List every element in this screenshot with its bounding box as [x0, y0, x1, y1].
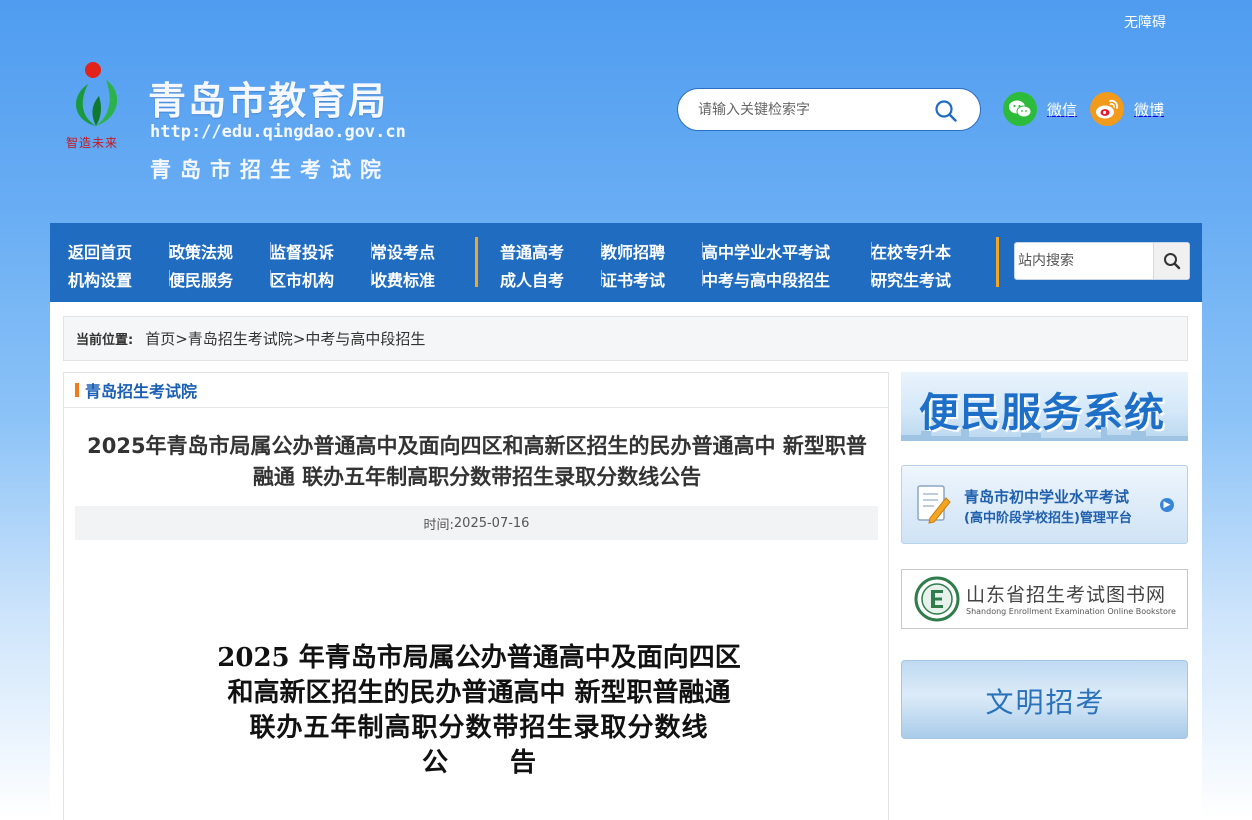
emblem-motto: 智造未来	[66, 136, 119, 150]
nav-zhongkao[interactable]: 中考与高中段招生	[702, 267, 872, 291]
document-edit-icon	[917, 485, 951, 524]
wechat-label: 微信	[1047, 100, 1078, 119]
breadcrumb-zhongkao[interactable]: 中考与高中段招生	[305, 328, 425, 349]
nav-self-exam[interactable]: 成人自考	[500, 267, 602, 291]
date-label: 时间:	[423, 517, 454, 533]
document-title-line: 和高新区招生的民办普通高中 新型职普融通	[227, 678, 731, 708]
nav-graduate[interactable]: 研究生考试	[871, 267, 981, 291]
accessibility-link[interactable]: 无障碍	[1124, 12, 1166, 32]
search-input[interactable]	[698, 99, 928, 121]
nav-complaint[interactable]: 监督投诉	[270, 239, 372, 263]
site-search-button[interactable]	[1153, 243, 1189, 279]
banner-line-2: (高中阶段学校招生)管理平台	[964, 511, 1132, 526]
document-title-line: 公告	[214, 746, 744, 781]
section-marker	[75, 383, 79, 397]
document-title-char: 告	[510, 748, 537, 778]
arrow-right-icon: ▶	[1160, 498, 1174, 512]
nav-group-1: 返回首页 政策法规 监督投诉 常设考点 机构设置 便民服务 区市机构 收费标准	[68, 237, 471, 293]
service-system-banner[interactable]: 便民服务系统	[901, 372, 1188, 441]
breadcrumb-label: 当前位置:	[76, 333, 134, 348]
section-title: 青岛招生考试院	[85, 382, 198, 401]
content-panel: 当前位置: 首页 > 青岛招生考试院 > 中考与高中段招生 青岛招生考试院 20…	[50, 302, 1202, 820]
site-subtitle: 青岛市招生考试院	[150, 158, 390, 182]
banner-line-1: 山东省招生考试图书网	[966, 584, 1167, 606]
breadcrumb: 当前位置: 首页 > 青岛招生考试院 > 中考与高中段招生	[63, 316, 1188, 361]
nav-group-2: 普通高考 教师招聘 高中学业水平考试 在校专升本 成人自考 证书考试 中考与高中…	[500, 237, 981, 293]
nav-certificate[interactable]: 证书考试	[601, 267, 703, 291]
nav-home[interactable]: 返回首页	[68, 239, 170, 263]
main-nav: 返回首页 政策法规 监督投诉 常设考点 机构设置 便民服务 区市机构 收费标准 …	[50, 223, 1202, 302]
site-title: 青岛市教育局	[148, 79, 389, 123]
skyline-icon	[901, 427, 1188, 441]
nav-divider	[475, 237, 478, 287]
nav-district[interactable]: 区市机构	[270, 267, 372, 291]
nav-academic-test[interactable]: 高中学业水平考试	[702, 239, 872, 263]
banner-line-2: Shandong Enrollment Examination Online B…	[966, 607, 1176, 616]
breadcrumb-separator: >	[292, 329, 306, 348]
breadcrumb-separator: >	[175, 329, 188, 348]
nav-gaokao[interactable]: 普通高考	[500, 239, 602, 263]
site-search-input[interactable]	[1018, 251, 1148, 271]
site-logo[interactable]: 智造未来 青岛市教育局 http://edu.qingdao.gov.cn 青岛…	[66, 56, 426, 186]
banner-line-1: 青岛市初中学业水平考试	[964, 488, 1130, 506]
bookstore-banner[interactable]: 山东省招生考试图书网 Shandong Enrollment Examinati…	[901, 569, 1188, 629]
document-title: 2025 年青岛市局属公办普通高中及面向四区 和高新区招生的民办普通高中 新型职…	[214, 641, 744, 781]
civilized-exam-banner[interactable]: 文明招考	[901, 660, 1188, 739]
banner-title: 文明招考	[985, 686, 1106, 719]
weibo-icon	[1090, 92, 1124, 126]
wechat-link[interactable]: 微信	[1003, 92, 1077, 126]
nav-org[interactable]: 机构设置	[68, 267, 170, 291]
nav-fees[interactable]: 收费标准	[371, 267, 471, 291]
nav-divider	[996, 237, 999, 287]
academic-test-platform-banner[interactable]: 青岛市初中学业水平考试 (高中阶段学校招生)管理平台 ▶	[901, 465, 1188, 544]
nav-services[interactable]: 便民服务	[169, 267, 271, 291]
publish-date: 2025-07-16	[453, 515, 530, 531]
weibo-link[interactable]: 微博	[1090, 92, 1164, 126]
header-search	[677, 88, 981, 131]
site-search	[1014, 242, 1190, 280]
breadcrumb-exam-institute[interactable]: 青岛招生考试院	[188, 328, 293, 349]
article-meta: 时间: 2025-07-16	[75, 506, 878, 540]
article-section-header: 青岛招生考试院	[64, 373, 888, 408]
nav-policy[interactable]: 政策法规	[169, 239, 271, 263]
wechat-icon	[1003, 92, 1037, 126]
nav-teacher[interactable]: 教师招聘	[601, 239, 703, 263]
document-title-char: 公	[421, 748, 448, 778]
search-icon	[1163, 253, 1180, 270]
article: 青岛招生考试院 2025年青岛市局属公办普通高中及面向四区和高新区招生的民办普通…	[63, 372, 889, 820]
nav-upgrade[interactable]: 在校专升本	[871, 239, 981, 263]
document-title-line: 联办五年制高职分数带招生录取分数线	[249, 713, 709, 743]
article-title: 2025年青岛市局属公办普通高中及面向四区和高新区招生的民办普通高中 新型职普融…	[87, 434, 867, 489]
nav-exam-sites[interactable]: 常设考点	[371, 239, 471, 263]
bookstore-seal-icon	[914, 576, 960, 622]
breadcrumb-home[interactable]: 首页	[145, 328, 175, 349]
search-icon[interactable]	[934, 99, 958, 123]
weibo-label: 微博	[1134, 100, 1165, 119]
site-url: http://edu.qingdao.gov.cn	[150, 122, 406, 142]
document-title-line: 2025 年青岛市局属公办普通高中及面向四区	[217, 643, 741, 673]
